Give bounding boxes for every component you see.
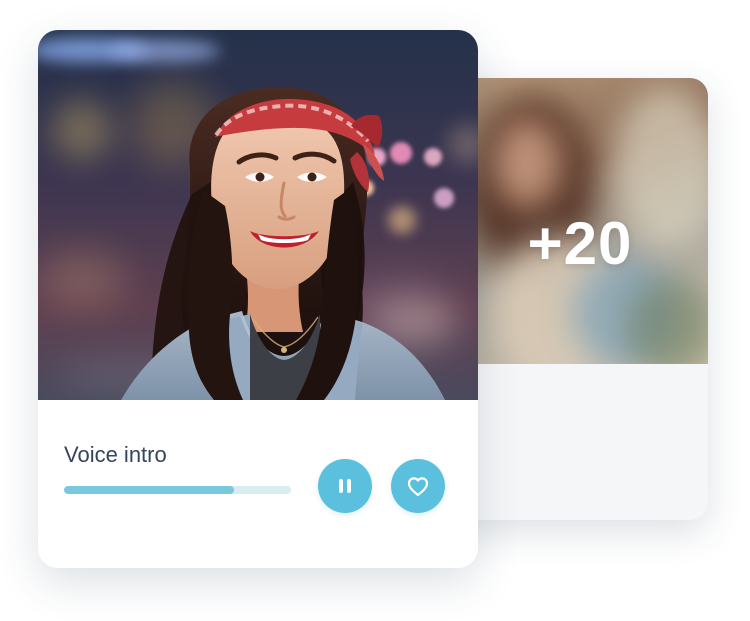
more-profiles-count: +20	[527, 210, 633, 277]
pause-button[interactable]	[318, 459, 372, 513]
front-profile-card[interactable]: Voice intro	[38, 30, 478, 568]
voice-intro-label: Voice intro	[64, 442, 167, 467]
voice-progress-track[interactable]	[64, 486, 291, 494]
blur-face	[492, 118, 562, 208]
voice-progress-fill	[64, 486, 235, 494]
like-button[interactable]	[391, 459, 445, 513]
voice-intro-panel: Voice intro	[38, 400, 478, 568]
heart-icon	[406, 475, 430, 497]
woman-portrait	[121, 86, 445, 400]
profile-photo	[38, 30, 478, 400]
back-profile-card[interactable]: +20	[452, 78, 708, 520]
pause-icon	[336, 477, 354, 495]
